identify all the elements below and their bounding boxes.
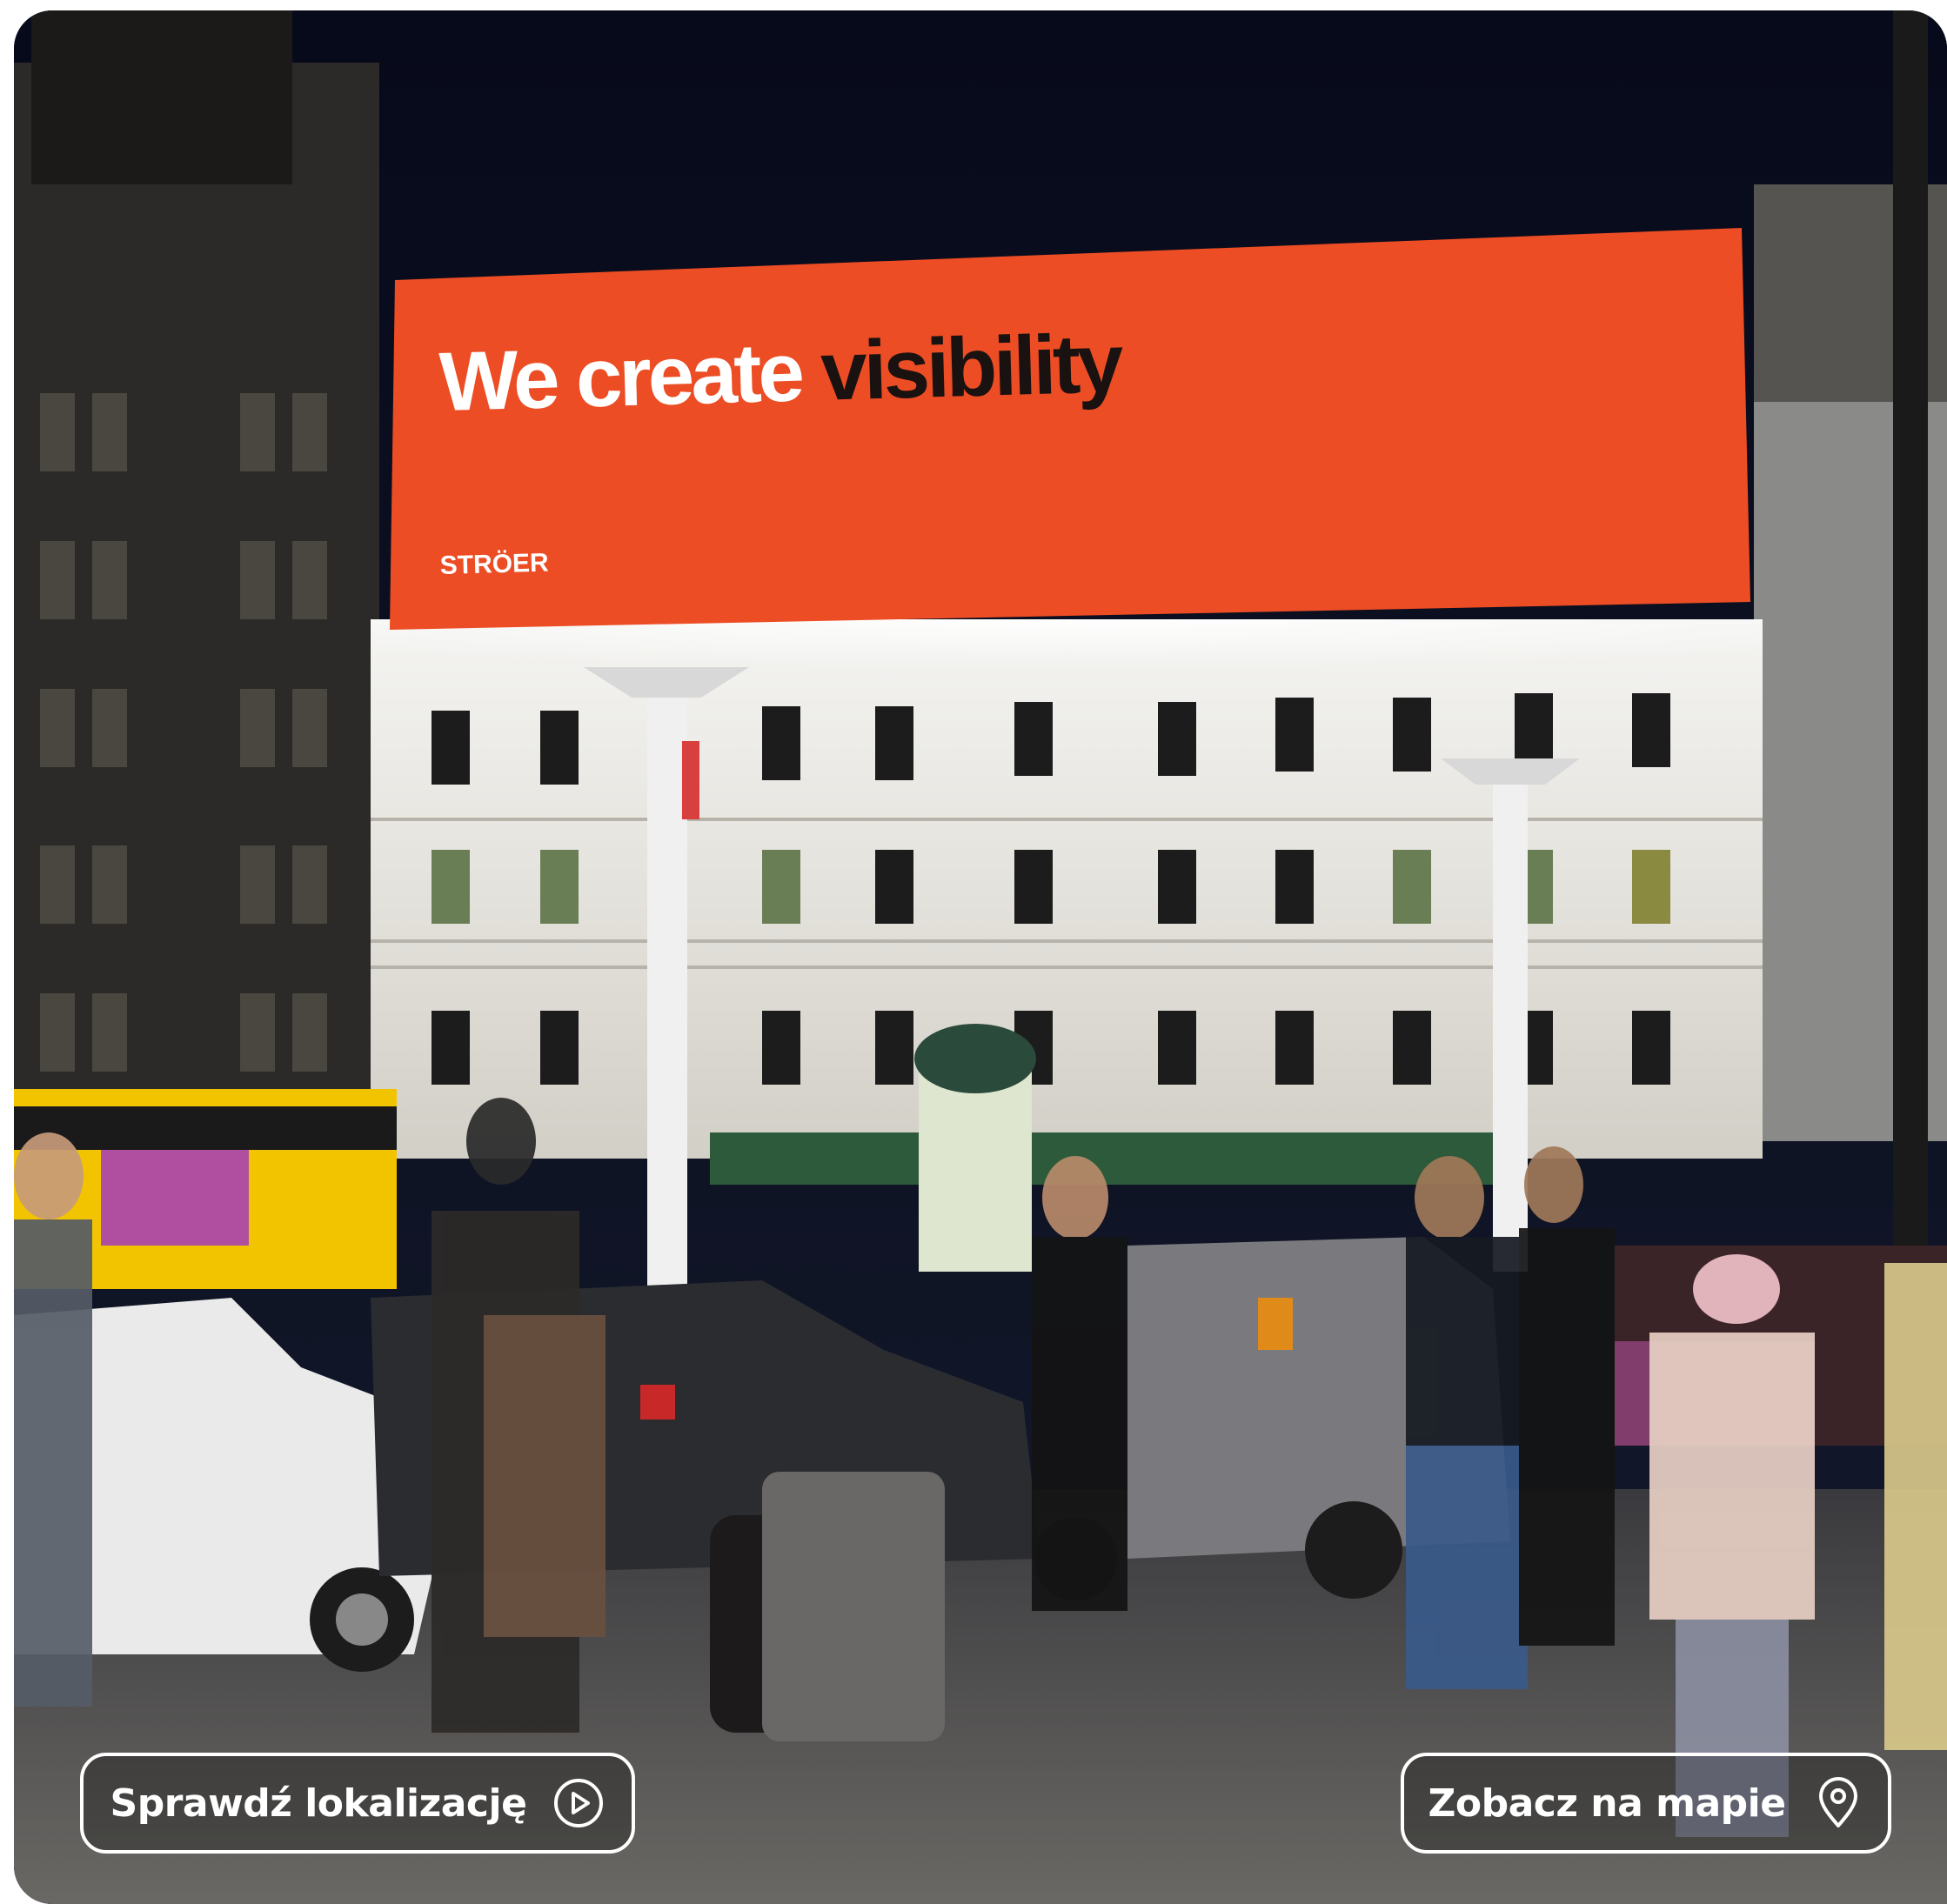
night-street-photo: We create visibility STRÖER bbox=[14, 10, 1947, 1904]
view-map-button[interactable]: Zobacz na mapie bbox=[1401, 1753, 1891, 1854]
location-photo-card: We create visibility STRÖER Sprawdź loka… bbox=[14, 10, 1947, 1904]
billboard-panel bbox=[390, 228, 1750, 630]
check-location-label: Sprawdź lokalizację bbox=[110, 1780, 527, 1826]
billboard-brand: STRÖER bbox=[439, 549, 549, 580]
map-pin-icon bbox=[1818, 1777, 1857, 1827]
play-circle-icon bbox=[554, 1779, 604, 1827]
view-map-label: Zobacz na mapie bbox=[1428, 1780, 1786, 1826]
check-location-button[interactable]: Sprawdź lokalizację bbox=[80, 1753, 635, 1854]
billboard-headline: We create visibility bbox=[438, 317, 1125, 429]
